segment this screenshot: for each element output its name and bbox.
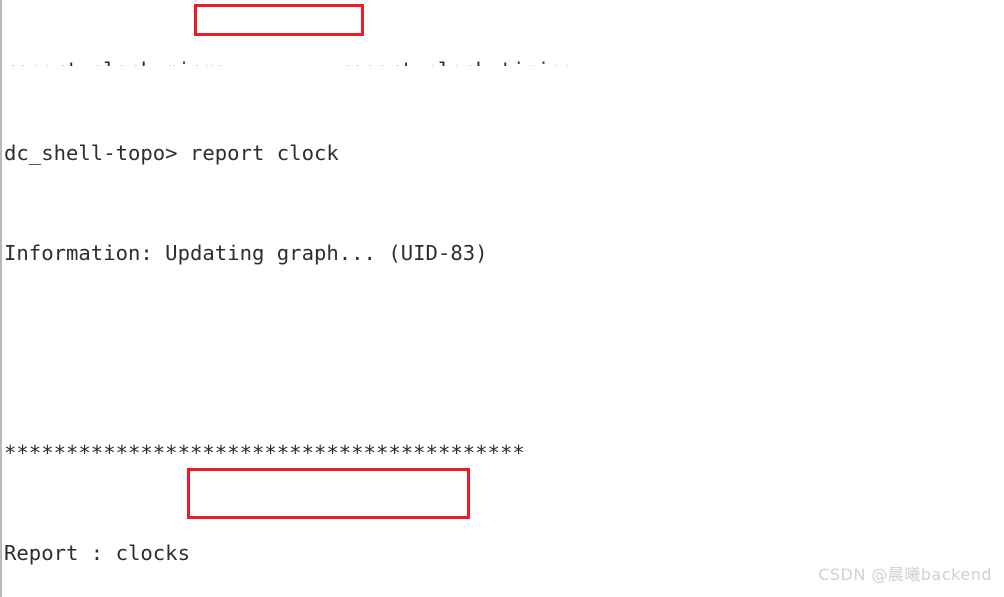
asterisk-divider-top: ****************************************…: [4, 441, 525, 465]
prompt-label: dc_shell-topo> report clock: [4, 141, 339, 165]
console-output: report_clock_minmax report_clock_timing …: [2, 0, 971, 597]
info-line: Information: Updating graph... (UID-83): [4, 241, 488, 265]
terminal-window[interactable]: report_clock_minmax report_clock_timing …: [0, 0, 1004, 597]
clipped-completion-line: report_clock_minmax report_clock_timing: [4, 58, 971, 66]
command-line: dc_shell-topo> report clock: [4, 141, 971, 166]
csdn-watermark: CSDN @晨曦backend: [818, 565, 992, 584]
blank-line-1: [4, 341, 971, 366]
